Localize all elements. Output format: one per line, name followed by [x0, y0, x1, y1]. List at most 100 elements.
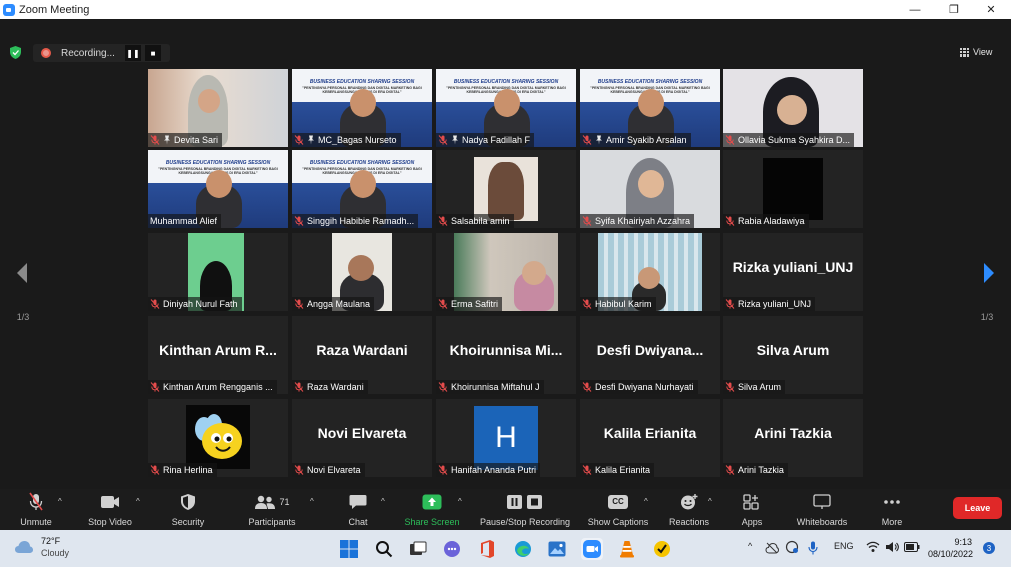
participant-tile[interactable]: Erma Safitri [436, 233, 576, 311]
participant-tile[interactable]: Raza Wardani Raza Wardani [292, 316, 432, 394]
participant-tile[interactable]: Diniyah Nurul Fath [148, 233, 288, 311]
taskbar-search-button[interactable] [373, 538, 395, 560]
video-options-chevron-icon[interactable]: ^ [136, 497, 140, 506]
participants-button[interactable]: 71 Participants [244, 489, 300, 530]
slide-title: BUSINESS EDUCATION SHARING SESSION [597, 79, 703, 85]
participant-tile[interactable]: Rabia Aladawiya [723, 150, 863, 228]
tray-overflow-chevron-icon[interactable]: ^ [748, 541, 752, 551]
muted-microphone-icon [438, 299, 448, 309]
close-button[interactable]: ✕ [973, 0, 1009, 19]
participant-tile[interactable]: Syifa Khairiyah Azzahra [580, 150, 720, 228]
participant-tile[interactable]: Arini Tazkia Arini Tazkia [723, 399, 863, 477]
cloud-sync-off-icon[interactable] [765, 542, 779, 554]
participant-name: Silva Arum [738, 382, 782, 392]
participant-name: Amir Syakib Arsalan [606, 135, 687, 145]
participant-name: Hanifah Ananda Putri [451, 465, 537, 475]
muted-microphone-icon [582, 299, 592, 309]
participant-name-label: Singgih Habibie Ramadh... [292, 214, 419, 228]
stop-video-button[interactable]: Stop Video [82, 489, 138, 530]
taskbar-photos-button[interactable] [546, 538, 568, 560]
security-update-icon[interactable] [785, 540, 799, 554]
weather-widget[interactable]: 72°F Cloudy [14, 535, 69, 559]
share-options-chevron-icon[interactable]: ^ [458, 497, 462, 506]
participant-tile[interactable]: Rizka yuliani_UNJ Rizka yuliani_UNJ [723, 233, 863, 311]
battery-icon[interactable] [904, 542, 920, 552]
previous-page-icon[interactable] [15, 262, 29, 284]
participants-options-chevron-icon[interactable]: ^ [310, 497, 314, 506]
audio-options-chevron-icon[interactable]: ^ [58, 497, 62, 506]
pin-icon [308, 135, 314, 145]
participant-tile[interactable]: Desfi Dwiyana... Desfi Dwiyana Nurhayati [580, 316, 720, 394]
bee-avatar-icon [195, 414, 242, 459]
participant-tile[interactable]: Habibul Karim [580, 233, 720, 311]
shield-check-icon[interactable] [10, 46, 21, 59]
muted-microphone-icon [725, 465, 735, 475]
participant-name: Kinthan Arum Rengganis ... [163, 382, 273, 392]
participant-name: Rina Herlina [163, 465, 213, 475]
participant-tile[interactable]: Kalila Erianita Kalila Erianita [580, 399, 720, 477]
more-button[interactable]: More [874, 489, 910, 530]
view-button[interactable]: View [960, 44, 1004, 60]
muted-microphone-icon [150, 299, 160, 309]
muted-microphone-icon [582, 465, 592, 475]
pause-stop-recording-button[interactable]: Pause/Stop Recording [477, 489, 573, 530]
stop-recording-button[interactable]: ■ [145, 45, 161, 61]
share-screen-button[interactable]: Share Screen [402, 489, 462, 530]
zoom-window: Zoom Meeting — ❐ ✕ Recording... ❚❚ ■ Vie… [0, 0, 1011, 567]
participant-tile[interactable]: BUSINESS EDUCATION SHARING SESSION "PENTI… [292, 150, 432, 228]
taskbar-edge-button[interactable] [512, 538, 534, 560]
captions-options-chevron-icon[interactable]: ^ [644, 497, 648, 506]
notification-badge[interactable]: 3 [983, 542, 995, 554]
participant-tile[interactable]: Rina Herlina [148, 399, 288, 477]
microphone-in-use-icon[interactable] [808, 541, 818, 555]
participant-name-label: Desfi Dwiyana Nurhayati [580, 380, 698, 394]
participant-tile[interactable]: Silva Arum Silva Arum [723, 316, 863, 394]
taskbar-vlc-button[interactable] [616, 538, 638, 560]
participant-name-label: Kinthan Arum Rengganis ... [148, 380, 277, 394]
muted-microphone-icon [725, 299, 735, 309]
input-language-indicator[interactable]: ENG [834, 541, 854, 551]
participant-tile[interactable]: BUSINESS EDUCATION SHARING SESSION "PENTI… [436, 69, 576, 147]
participant-tile[interactable]: BUSINESS EDUCATION SHARING SESSION "PENTI… [148, 150, 288, 228]
slide-title: BUSINESS EDUCATION SHARING SESSION [309, 79, 415, 85]
taskbar-norton-button[interactable] [651, 538, 673, 560]
chat-options-chevron-icon[interactable]: ^ [381, 497, 385, 506]
windows-start-button[interactable] [338, 538, 360, 560]
speaker-volume-icon[interactable] [885, 541, 899, 553]
unmute-button[interactable]: Unmute [14, 489, 58, 530]
participant-tile[interactable]: Khoirunnisa Mi... Khoirunnisa Miftahul J [436, 316, 576, 394]
pause-recording-button[interactable]: ❚❚ [125, 45, 141, 61]
leave-button[interactable]: Leave [953, 497, 1002, 519]
task-view-button[interactable] [407, 538, 429, 560]
video-stage: Recording... ❚❚ ■ View 1/3 1/3 Devita Sa… [0, 19, 1011, 489]
taskbar-zoom-button[interactable] [581, 538, 603, 560]
maximize-button[interactable]: ❐ [936, 0, 972, 19]
participant-display-name: Raza Wardani [316, 342, 408, 358]
taskbar-office-button[interactable] [476, 538, 498, 560]
participant-tile[interactable]: Salsabila amin [436, 150, 576, 228]
wifi-icon[interactable] [866, 541, 880, 553]
minimize-button[interactable]: — [897, 0, 933, 19]
system-clock[interactable]: 9:13 08/10/2022 [928, 536, 973, 560]
participant-name-label: Amir Syakib Arsalan [580, 133, 691, 147]
reactions-options-chevron-icon[interactable]: ^ [708, 497, 712, 506]
participant-tile[interactable]: H Hanifah Ananda Putri [436, 399, 576, 477]
participant-tile[interactable]: Angga Maulana [292, 233, 432, 311]
reactions-button[interactable]: Reactions [666, 489, 712, 530]
participant-display-name: Kalila Erianita [603, 425, 697, 441]
whiteboards-button[interactable]: Whiteboards [790, 489, 854, 530]
participant-tile[interactable]: Kinthan Arum R... Kinthan Arum Rengganis … [148, 316, 288, 394]
participant-tile[interactable]: Ollavia Sukma Syahkira D... [723, 69, 863, 147]
show-captions-button[interactable]: CC Show Captions [584, 489, 652, 530]
participant-name: Angga Maulana [307, 299, 371, 309]
participant-tile[interactable]: BUSINESS EDUCATION SHARING SESSION "PENTI… [580, 69, 720, 147]
apps-button[interactable]: Apps [732, 489, 772, 530]
security-button[interactable]: Security [166, 489, 210, 530]
chat-button[interactable]: Chat [340, 489, 376, 530]
next-page-icon[interactable] [982, 262, 996, 284]
taskbar-chat-button[interactable] [441, 538, 463, 560]
participants-count: 71 [279, 497, 290, 507]
participant-tile[interactable]: BUSINESS EDUCATION SHARING SESSION "PENTI… [292, 69, 432, 147]
participant-tile[interactable]: Devita Sari [148, 69, 288, 147]
participant-tile[interactable]: Novi Elvareta Novi Elvareta [292, 399, 432, 477]
